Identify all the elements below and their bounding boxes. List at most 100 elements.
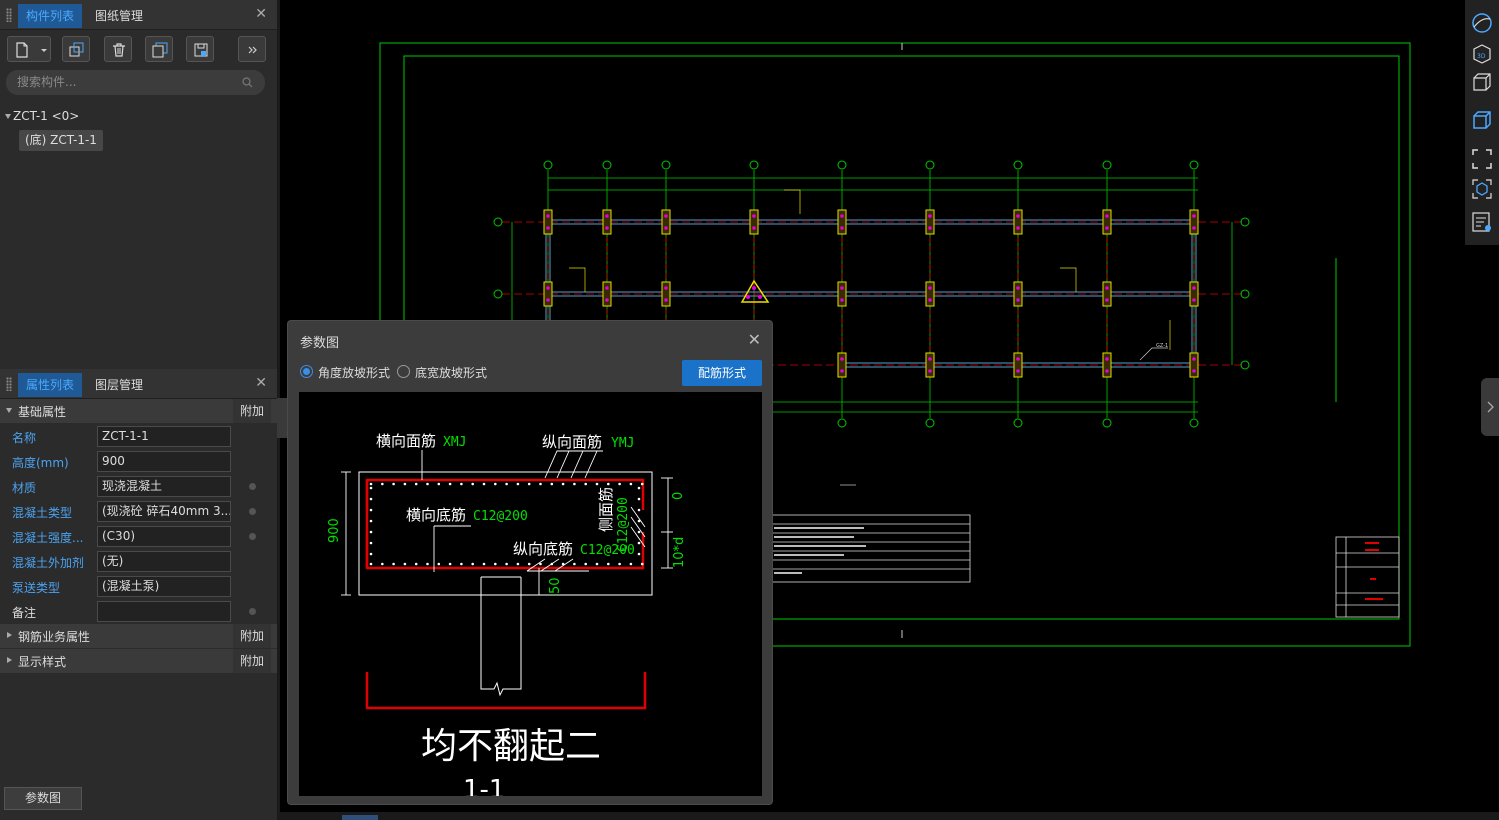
property-label: 名称 <box>12 431 37 445</box>
cube-view-icon[interactable] <box>1470 108 1494 132</box>
dimension-10d: 10*d <box>672 537 687 568</box>
drag-grip-icon[interactable] <box>6 8 12 22</box>
section-title: 显示样式 <box>18 655 67 669</box>
property-view-icon[interactable] <box>1470 210 1494 234</box>
property-tabbar: 属性列表 图层管理 ✕ <box>0 369 277 399</box>
property-value-field[interactable]: (现浇砼 碎石40mm 3... <box>97 501 231 522</box>
section-title: 基础属性 <box>18 405 67 419</box>
property-value-field[interactable]: 900 <box>97 451 231 472</box>
property-label: 混凝土外加剂 <box>12 556 85 570</box>
left-panel-handle[interactable] <box>277 398 287 438</box>
label-longitudinal-bottom: 纵向底筋 <box>513 540 573 558</box>
box-view-icon[interactable] <box>1470 70 1494 94</box>
radio-width-slope[interactable] <box>397 365 410 378</box>
radio-width-slope-label[interactable]: 底宽放坡形式 <box>415 364 487 381</box>
tab-layer-management[interactable]: 图层管理 <box>87 373 151 397</box>
add-button[interactable]: 附加 <box>233 399 271 423</box>
orbit-view-icon[interactable] <box>1470 11 1494 35</box>
property-row: 高度(mm) 900 <box>0 449 277 474</box>
expand-caret-icon[interactable] <box>5 114 11 119</box>
property-value-field[interactable]: (无) <box>97 551 231 572</box>
dimension-zero: 0 <box>671 492 686 500</box>
close-icon[interactable]: ✕ <box>255 7 267 21</box>
section-basic-properties[interactable]: 基础属性 附加 <box>0 399 277 423</box>
property-value-field[interactable]: (混凝土泵) <box>97 576 231 597</box>
tree-root-item[interactable]: ZCT-1 <0> <box>5 109 79 123</box>
layers-icon <box>152 42 168 58</box>
section-title: 钢筋业务属性 <box>18 630 91 644</box>
save-to-library-button[interactable] <box>186 36 214 62</box>
label-transverse-bottom: 横向底筋 <box>406 506 466 524</box>
delete-button[interactable] <box>104 36 132 62</box>
tree-child-item[interactable]: (底) ZCT-1-1 <box>19 130 103 151</box>
expand-caret-icon[interactable] <box>7 632 12 638</box>
duplicate-button[interactable] <box>145 36 173 62</box>
label-side-rebar: 侧面筋 <box>597 487 615 532</box>
double-chevron-right-icon <box>248 46 257 54</box>
component-tabbar: 构件列表 图纸管理 ✕ <box>0 0 277 30</box>
code-transverse-bottom: C12@200 <box>473 509 528 524</box>
dimension-height: 900 <box>327 518 342 543</box>
tab-component-list[interactable]: 构件列表 <box>18 4 83 28</box>
property-value-field[interactable] <box>97 601 231 622</box>
property-row: 材质 现浇混凝土 <box>0 474 277 499</box>
right-panel-handle[interactable] <box>1481 378 1499 436</box>
dot-indicator-icon <box>249 483 256 490</box>
tree-root-label: ZCT-1 <0> <box>13 109 80 123</box>
code-side-rebar: C12@200 <box>616 497 631 552</box>
collapse-caret-icon[interactable] <box>6 408 12 413</box>
property-label: 高度(mm) <box>12 456 69 470</box>
section-diagram: 横向面筋 XMJ 纵向面筋 YMJ 横向底筋 C12@200 纵向底筋 C12@… <box>327 432 687 796</box>
dot-indicator-icon <box>249 533 256 540</box>
radio-angle-slope[interactable] <box>300 365 313 378</box>
property-value-field[interactable]: 现浇混凝土 <box>97 476 231 497</box>
search-input[interactable]: 搜索构件... <box>6 70 265 95</box>
section-rebar-properties[interactable]: 钢筋业务属性 附加 <box>0 624 277 648</box>
parameter-diagram-dialog: 参数图 ✕ 角度放坡形式 底宽放坡形式 配筋形式 横向面筋 XMJ 纵向面筋 Y… <box>287 320 773 805</box>
parameter-diagram-button[interactable]: 参数图 <box>4 787 82 810</box>
tab-drawing-management[interactable]: 图纸管理 <box>87 4 151 28</box>
isolate-view-icon[interactable] <box>1470 177 1494 201</box>
svg-text:3D: 3D <box>1477 53 1486 60</box>
trash-icon <box>113 43 125 57</box>
section-label: 1-1 <box>463 775 505 796</box>
drag-grip-icon[interactable] <box>6 377 12 391</box>
copy-button[interactable] <box>62 36 90 62</box>
rebar-form-button[interactable]: 配筋形式 <box>682 360 762 386</box>
property-label: 备注 <box>12 606 37 620</box>
expand-caret-icon[interactable] <box>7 657 12 663</box>
section-display-style[interactable]: 显示样式 附加 <box>0 649 277 673</box>
radio-angle-slope-label[interactable]: 角度放坡形式 <box>318 364 390 381</box>
parameter-diagram-canvas: 横向面筋 XMJ 纵向面筋 YMJ 横向底筋 C12@200 纵向底筋 C12@… <box>299 392 762 796</box>
chevron-down-icon <box>41 49 47 52</box>
search-icon[interactable] <box>242 77 253 88</box>
close-icon[interactable]: ✕ <box>255 376 267 390</box>
property-value-field[interactable]: ZCT-1-1 <box>97 426 231 447</box>
new-file-icon <box>16 42 28 58</box>
property-row: 名称 ZCT-1-1 <box>0 424 277 449</box>
new-component-button[interactable] <box>7 36 51 62</box>
left-panel: 构件列表 图纸管理 ✕ 搜索构件... ZCT-1 <0> (底) ZCT-1-… <box>0 0 277 820</box>
status-strip <box>280 812 1499 820</box>
close-icon[interactable]: ✕ <box>748 330 761 349</box>
property-value-field[interactable]: (C30) <box>97 526 231 547</box>
dot-indicator-icon <box>249 508 256 515</box>
more-button[interactable] <box>238 36 266 62</box>
property-row: 泵送类型 (混凝土泵) <box>0 574 277 599</box>
add-button[interactable]: 附加 <box>233 624 271 648</box>
dot-indicator-icon <box>249 608 256 615</box>
3d-view-icon[interactable]: 3D <box>1470 41 1494 65</box>
save-icon <box>194 43 208 57</box>
fit-screen-icon[interactable] <box>1470 147 1494 171</box>
label-longitudinal-top: 纵向面筋 <box>542 433 602 451</box>
property-label: 材质 <box>12 481 37 495</box>
strip-tab-active[interactable] <box>342 815 378 820</box>
search-placeholder: 搜索构件... <box>17 75 77 89</box>
dialog-title: 参数图 <box>300 336 340 351</box>
chevron-right-icon <box>1487 401 1494 413</box>
add-button[interactable]: 附加 <box>233 649 271 673</box>
property-label: 混凝土类型 <box>12 506 73 520</box>
code-transverse-top: XMJ <box>443 435 466 450</box>
property-row: 混凝土类型 (现浇砼 碎石40mm 3... <box>0 499 277 524</box>
tab-property-list[interactable]: 属性列表 <box>18 373 83 397</box>
